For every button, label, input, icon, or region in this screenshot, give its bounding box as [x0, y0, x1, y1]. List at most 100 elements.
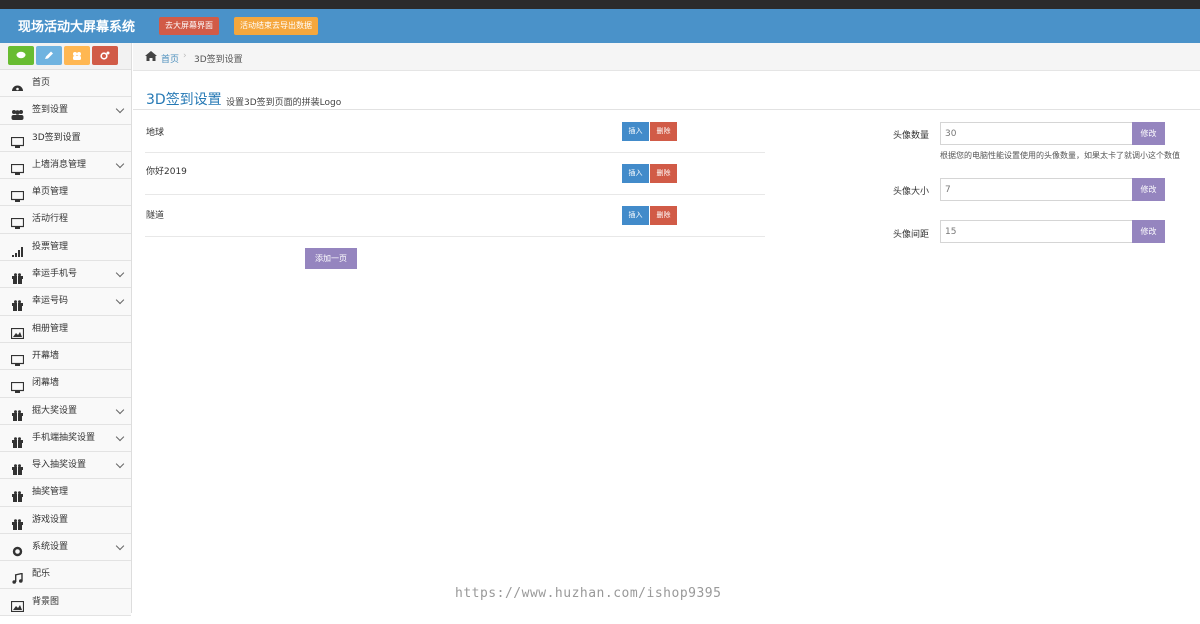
sidebar-item-label: 掘大奖设置: [32, 405, 78, 416]
picture-icon: [10, 597, 25, 612]
sidebar-item-label: 幸运号码: [32, 296, 69, 307]
sidebar-item[interactable]: 配乐: [0, 561, 131, 589]
sidebar-item[interactable]: 上墙消息管理: [0, 151, 131, 180]
sidebar-item[interactable]: 相册管理: [0, 315, 131, 343]
music-icon: [11, 569, 24, 585]
avatar-count-save-button[interactable]: 修改: [1132, 122, 1165, 145]
delete-button[interactable]: 删除: [650, 206, 677, 225]
logo-row: 地球 插入 删除: [145, 111, 765, 153]
browser-bookmarks-bar: [0, 0, 1200, 9]
breadcrumb-separator-icon: ›: [183, 51, 187, 61]
sidebar-item[interactable]: 活动行程: [0, 206, 131, 234]
sidebar-item-label: 背景图: [32, 596, 60, 607]
chevron-down-icon: [115, 105, 125, 114]
sidebar-item-label: 抽奖管理: [32, 487, 69, 498]
shortcut-comments-button[interactable]: [8, 46, 34, 65]
sidebar-nav: 首页签到设置 3D签到设置 上墙消息管理 单页管理活动行程 投票管理幸运手机号幸运号码相…: [0, 70, 131, 616]
avatar-gap-save-button[interactable]: 修改: [1132, 220, 1165, 243]
gift-icon: [11, 406, 24, 421]
sidebar-item[interactable]: 导入抽奖设置: [0, 452, 131, 480]
sidebar-item-label: 配乐: [32, 569, 51, 580]
avatar-size-save-button[interactable]: 修改: [1132, 178, 1165, 201]
avatar-count-help: 根据您的电脑性能设置使用的头像数量，如果太卡了就调小这个数值: [940, 151, 1180, 160]
sidebar-item-label: 上墙消息管理: [32, 159, 87, 170]
gift-icon: [11, 269, 24, 285]
chevron-down-icon: [115, 541, 125, 551]
gift-icon: [11, 296, 24, 312]
comments-icon: [16, 51, 26, 59]
shortcut-edit-button[interactable]: [36, 46, 62, 65]
sidebar-item-label: 首页: [32, 78, 51, 88]
sidebar-item[interactable]: 开幕墙: [0, 342, 131, 371]
sidebar-item-label: 相册管理: [32, 323, 69, 334]
chevron-down-icon: [115, 459, 125, 469]
insert-button[interactable]: 插入: [622, 122, 649, 141]
shortcut-users-button[interactable]: [64, 46, 90, 65]
logo-row-label: 隧道: [146, 211, 165, 221]
avatar-count-input[interactable]: [940, 122, 1133, 145]
sidebar-item[interactable]: 掘大奖设置: [0, 397, 131, 425]
delete-button[interactable]: 删除: [650, 164, 677, 183]
logo-row-label: 地球: [146, 128, 165, 138]
page-title: 3D签到设置: [146, 92, 222, 108]
desktop-icon: [10, 378, 25, 394]
avatar-size-input[interactable]: [940, 178, 1133, 201]
gift-icon: [11, 487, 24, 503]
delete-button[interactable]: 删除: [650, 122, 677, 141]
sidebar-item[interactable]: 系统设置: [0, 534, 131, 562]
logo-row: 你好2019 插入 删除: [145, 153, 765, 195]
desktop-icon: [10, 160, 25, 175]
sidebar-item[interactable]: 手机端抽奖设置: [0, 424, 131, 453]
sidebar-item-label: 手机端抽奖设置: [32, 432, 96, 443]
chevron-down-icon: [115, 296, 125, 305]
avatar-count-label: 头像数量: [893, 131, 930, 141]
sidebar-item[interactable]: 幸运号码: [0, 288, 131, 316]
sidebar-item[interactable]: 幸运手机号: [0, 261, 131, 289]
cogs-icon: [100, 51, 110, 60]
chevron-down-icon: [115, 432, 125, 442]
sidebar-item-label: 幸运手机号: [32, 269, 78, 280]
sidebar-item-label: 3D签到设置: [32, 132, 81, 143]
sidebar-item-label: 游戏设置: [32, 514, 69, 525]
insert-button[interactable]: 插入: [622, 164, 649, 183]
sidebar-item-label: 系统设置: [32, 542, 69, 553]
avatar-size-label: 头像大小: [893, 187, 930, 197]
group-icon: [73, 52, 81, 60]
chevron-down-icon: [115, 159, 125, 169]
sidebar-item[interactable]: 投票管理: [0, 233, 131, 262]
sidebar-item-label: 导入抽奖设置: [32, 460, 87, 471]
sidebar-item[interactable]: 3D签到设置: [0, 124, 131, 152]
users-icon: [11, 105, 24, 121]
desktop-icon: [10, 187, 25, 203]
avatar-gap-input[interactable]: [940, 220, 1133, 243]
watermark: https://www.huzhan.com/ishop9395: [455, 586, 722, 601]
add-page-button[interactable]: 添加一页: [305, 248, 357, 269]
pencil-icon: [45, 51, 53, 59]
sidebar-item-label: 单页管理: [32, 187, 69, 198]
sidebar: 首页签到设置 3D签到设置 上墙消息管理 单页管理活动行程 投票管理幸运手机号幸运号码相…: [0, 43, 132, 616]
sidebar-item[interactable]: 游戏设置: [0, 506, 131, 535]
shortcut-settings-button[interactable]: [92, 46, 118, 65]
app-title: 现场活动大屏幕系统: [18, 20, 136, 35]
avatar-gap-label: 头像间距: [893, 230, 930, 240]
sidebar-item[interactable]: 抽奖管理: [0, 479, 131, 507]
breadcrumb: 首页 › 3D签到设置: [133, 43, 1200, 71]
page-subtitle: 设置3D签到页面的拼装Logo: [226, 98, 342, 108]
chevron-down-icon: [115, 405, 125, 414]
sidebar-item[interactable]: 闭幕墙: [0, 370, 131, 398]
page-header: 3D签到设置 设置3D签到页面的拼装Logo: [133, 71, 1200, 110]
sidebar-item[interactable]: 签到设置: [0, 97, 131, 125]
sidebar-item[interactable]: 首页: [0, 70, 131, 98]
dashboard-icon: [11, 78, 24, 91]
sidebar-shortcuts: [0, 43, 131, 70]
desktop-icon: [10, 214, 25, 230]
insert-button[interactable]: 插入: [622, 206, 649, 225]
sidebar-item[interactable]: 背景图: [0, 588, 131, 616]
export-data-button[interactable]: 活动结束去导出数据: [234, 17, 318, 35]
chevron-down-icon: [115, 268, 125, 278]
sidebar-item[interactable]: 单页管理: [0, 179, 131, 207]
breadcrumb-home-link[interactable]: 首页: [161, 52, 179, 65]
picture-icon: [10, 324, 25, 339]
go-big-screen-button[interactable]: 去大屏幕界面: [159, 17, 219, 35]
logo-row-label: 你好2019: [146, 167, 187, 177]
